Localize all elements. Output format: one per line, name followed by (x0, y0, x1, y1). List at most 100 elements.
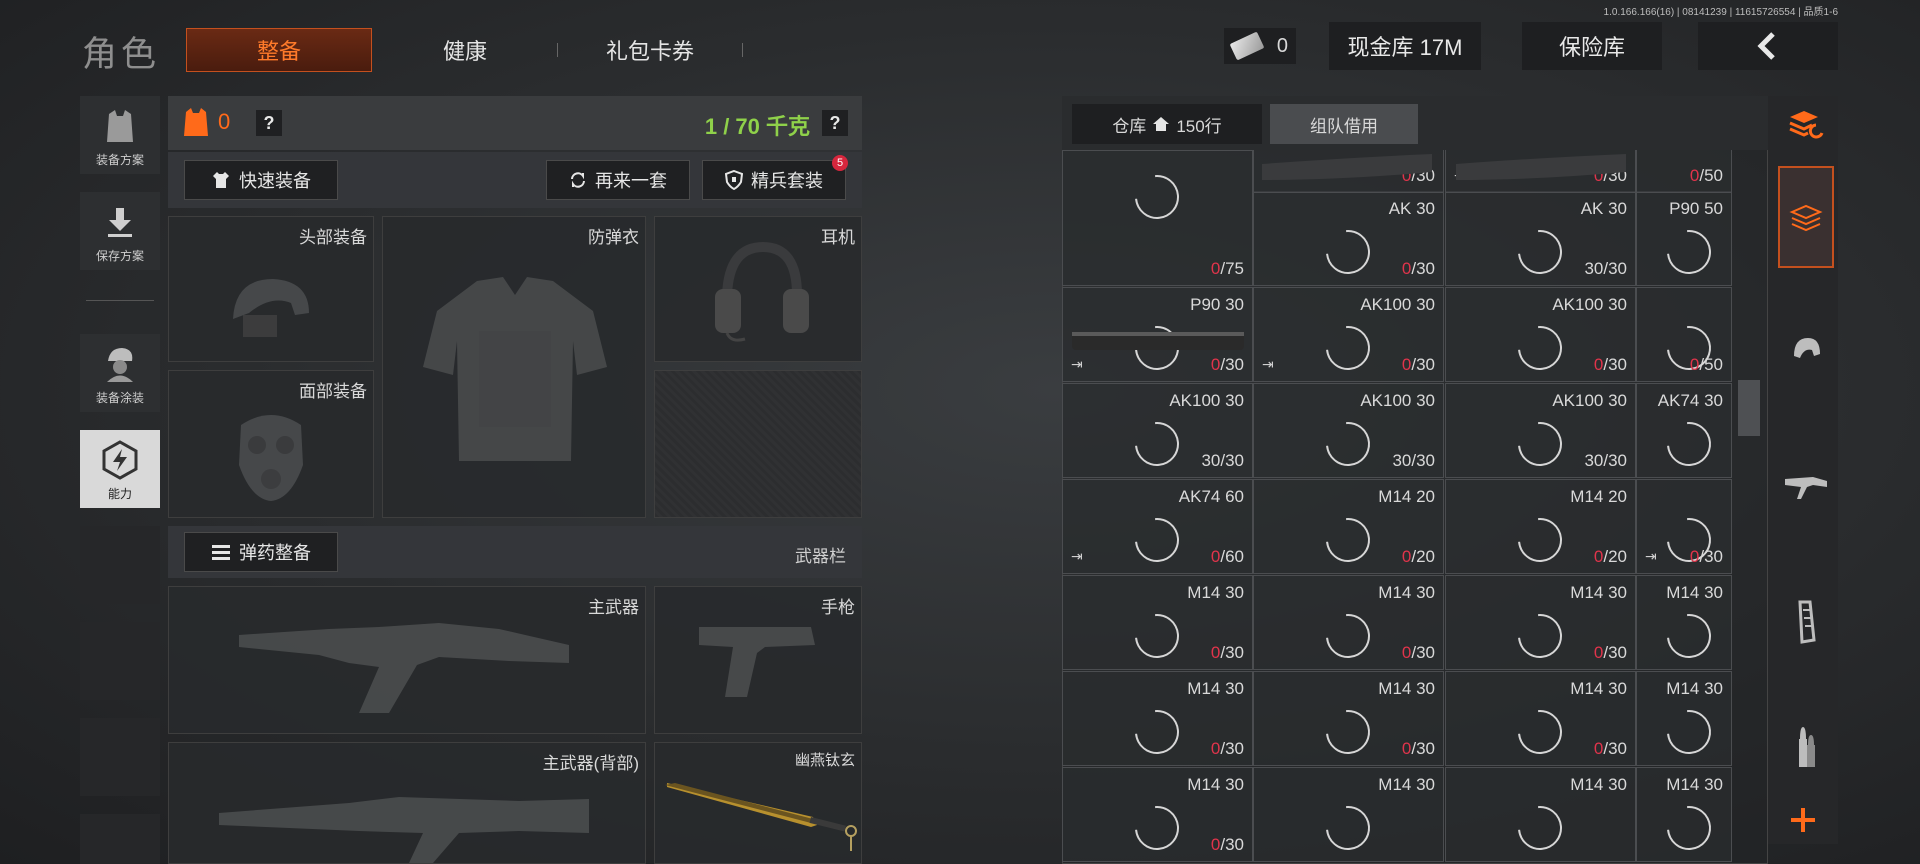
head-slot[interactable]: 头部装备 (168, 216, 374, 362)
warehouse-item[interactable]: M14 20 0/20 (1445, 479, 1636, 574)
extract-icon: ⇥ (1071, 548, 1083, 564)
ammo-max: /30 (1220, 355, 1244, 374)
loading-spinner-icon (1658, 701, 1720, 763)
sidenav-ability[interactable]: 能力 (80, 430, 160, 508)
warehouse-item[interactable]: M14 30 0/30 (1445, 671, 1636, 766)
warehouse-item[interactable]: AK100 30 30/30 (1445, 383, 1636, 478)
sidenav-skin[interactable]: 装备涂装 (80, 334, 160, 412)
loading-spinner-icon (1509, 701, 1571, 763)
warehouse-item[interactable]: M14 30 (1445, 767, 1636, 862)
back-weapon-slot[interactable]: 主武器(背部) (168, 742, 646, 864)
armor-slot[interactable]: 防弹衣 (382, 216, 646, 518)
loading-spinner-icon (1658, 413, 1720, 475)
warehouse-item[interactable]: AK100 30 30/30 (1062, 383, 1253, 478)
sidenav-label: 保存方案 (95, 249, 144, 263)
warehouse-item[interactable]: M14 30 0/30 (1062, 671, 1253, 766)
primary-weapon-slot[interactable]: 主武器 (168, 586, 646, 734)
item-ammo-count: 30/30 (1392, 451, 1435, 471)
filter-gear[interactable] (1778, 300, 1834, 400)
warehouse-item[interactable]: 0/30 ⇥ (1636, 479, 1732, 574)
warehouse-item[interactable]: 0/75 (1062, 150, 1253, 286)
filter-refresh-layers[interactable] (1778, 96, 1834, 152)
vest-icon (100, 107, 140, 145)
shirt-icon (213, 172, 229, 188)
quick-equip-button[interactable]: 快速装备 (184, 160, 338, 200)
warehouse-item[interactable]: M14 30 0/30 (1445, 575, 1636, 670)
warehouse-item[interactable]: M14 30 (1253, 767, 1444, 862)
tab-loadout[interactable]: 整备 (186, 28, 372, 72)
elite-set-button[interactable]: 精兵套装 (702, 160, 846, 200)
warehouse-item[interactable]: AK74 60 0/60 ⇥ (1062, 479, 1253, 574)
item-name: M14 30 (1187, 583, 1244, 602)
weight-help-button[interactable]: ? (822, 110, 848, 136)
loading-spinner-icon (1317, 797, 1379, 859)
sidenav-loadout-plan[interactable]: 装备方案 (80, 96, 160, 174)
help-button[interactable]: ? (256, 110, 282, 136)
item-ammo-count: 0/30 (1211, 355, 1244, 375)
item-ammo-count: 0/30 (1402, 355, 1435, 375)
filter-weapons[interactable] (1778, 436, 1834, 536)
safe-button[interactable]: 保险库 (1522, 22, 1662, 70)
pistol-slot[interactable]: 手枪 (654, 586, 862, 734)
loading-spinner-icon (1126, 413, 1188, 475)
ammo-current: 0 (1401, 547, 1412, 566)
sidenav-label: 能力 (107, 487, 132, 501)
melee-slot[interactable]: 幽燕钛玄 (654, 742, 862, 864)
item-name: M14 30 (1378, 679, 1435, 698)
team-borrow-tab[interactable]: 组队借用 (1270, 104, 1418, 144)
warehouse-item[interactable]: M14 30 (1636, 671, 1732, 766)
sidenav-label: 装备涂装 (95, 391, 144, 405)
warehouse-item[interactable]: M14 30 (1636, 575, 1732, 670)
warehouse-item[interactable]: M14 30 (1636, 767, 1732, 862)
ammo-max: /30 (1220, 739, 1244, 758)
loading-spinner-icon (1509, 317, 1571, 379)
warehouse-item[interactable]: AK 30 30/30 (1445, 191, 1636, 286)
sidenav-save-plan[interactable]: 保存方案 (80, 192, 160, 270)
ammo-max: /30 (1220, 835, 1244, 854)
warehouse-item[interactable]: M14 30 0/30 (1253, 671, 1444, 766)
add-button[interactable] (1768, 796, 1838, 844)
filter-magazines[interactable] (1778, 572, 1834, 672)
warehouse-item[interactable]: M14 20 0/20 (1253, 479, 1444, 574)
item-name: AK74 30 (1657, 391, 1723, 410)
ammo-current: 0 (1210, 355, 1221, 374)
ammo-equip-button[interactable]: 弹药整备 (184, 532, 338, 572)
warehouse-tab[interactable]: 仓库 150行 (1072, 104, 1262, 144)
warehouse-item[interactable]: 0/50 (1636, 287, 1732, 382)
tab-health[interactable]: 健康 (400, 28, 530, 72)
warehouse-item[interactable]: M14 30 0/30 (1062, 767, 1253, 862)
tab-gift-vouchers[interactable]: 礼包卡券 (580, 28, 720, 72)
warehouse-item[interactable]: AK100 30 0/30 ⇥ (1253, 287, 1444, 382)
ammo-current: 0 (1210, 643, 1221, 662)
item-name: M14 20 (1378, 487, 1435, 506)
ammo-icon (212, 545, 230, 560)
warehouse-item[interactable]: AK74 30 (1636, 383, 1732, 478)
item-name: M14 30 (1666, 583, 1723, 602)
empty-equipment-slot (654, 370, 862, 518)
filter-ammo[interactable] (1778, 708, 1834, 788)
sidenav-empty-slot (80, 526, 160, 604)
warehouse-item[interactable]: AK100 30 0/30 (1445, 287, 1636, 382)
scrollbar-thumb[interactable] (1738, 380, 1760, 436)
warehouse-item[interactable]: M14 30 0/30 (1062, 575, 1253, 670)
warehouse-item[interactable]: 0/50 (1636, 150, 1732, 193)
item-ammo-count: 0/30 (1211, 643, 1244, 663)
ammo-current: 30 (1392, 451, 1412, 470)
headset-slot[interactable]: 耳机 (654, 216, 862, 362)
ammo-equip-label: 弹药整备 (239, 543, 311, 563)
warehouse-item[interactable]: AK 30 0/30 (1253, 191, 1444, 286)
filter-all[interactable] (1778, 166, 1834, 268)
slot-label: 幽燕钛玄 (794, 752, 855, 769)
warehouse-tab-label: 仓库 (1112, 116, 1147, 136)
rifle-icon (219, 797, 589, 863)
cash-vault-button[interactable]: 现金库 17M (1329, 22, 1481, 70)
warehouse-item[interactable]: AK100 30 30/30 (1253, 383, 1444, 478)
loading-spinner-icon (1317, 605, 1379, 667)
warehouse-item[interactable]: P90 50 (1636, 191, 1732, 286)
reroll-button[interactable]: 再来一套 (546, 160, 690, 200)
loading-spinner-icon (1126, 605, 1188, 667)
loading-spinner-icon (1317, 701, 1379, 763)
back-button[interactable] (1698, 22, 1838, 70)
face-slot[interactable]: 面部装备 (168, 370, 374, 518)
warehouse-item[interactable]: M14 30 0/30 (1253, 575, 1444, 670)
